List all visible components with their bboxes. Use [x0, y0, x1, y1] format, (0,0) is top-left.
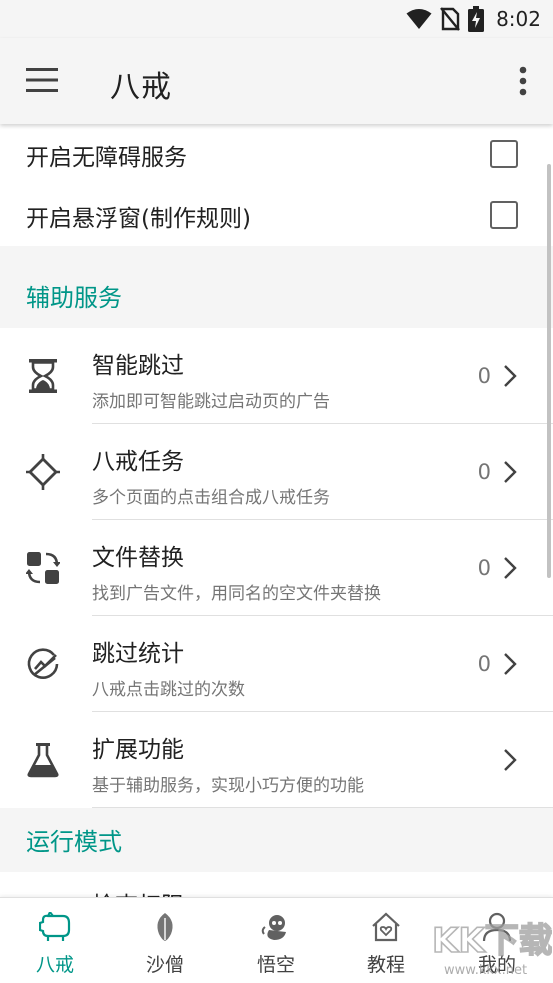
leaf-icon	[157, 913, 173, 941]
item-title: 八戒任务	[92, 449, 184, 475]
stats-check-icon	[27, 648, 59, 679]
nav-label: 沙僧	[145, 954, 184, 976]
divider	[92, 807, 553, 808]
chevron-right-icon	[504, 653, 517, 675]
list-item-bajie-task[interactable]: 八戒任务 多个页面的点击组合成八戒任务 0	[0, 424, 553, 520]
item-subtitle: 多个页面的点击组合成八戒任务	[92, 488, 330, 508]
nav-tab-tutorial[interactable]: 教程	[331, 898, 441, 983]
nav-label: 八戒	[35, 954, 74, 976]
floating-window-checkbox[interactable]	[490, 201, 518, 229]
status-time: 8:02	[496, 7, 541, 31]
section-title-assist: 辅助服务	[26, 284, 122, 312]
item-count: 0	[477, 652, 491, 676]
flask-icon	[27, 743, 59, 778]
chevron-right-icon	[504, 557, 517, 579]
more-options-icon[interactable]	[517, 66, 529, 96]
item-subtitle: 找到广告文件，用同名的空文件夹替换	[92, 584, 381, 604]
nav-tab-bajie[interactable]: 八戒	[0, 898, 110, 983]
app-bar: 八戒	[0, 38, 553, 124]
item-count: 0	[477, 460, 491, 484]
chevron-right-icon	[504, 461, 517, 483]
accessibility-checkbox[interactable]	[490, 140, 518, 168]
no-sim-icon	[440, 7, 461, 31]
list-item-extensions[interactable]: 扩展功能 基于辅助服务，实现小巧方便的功能	[0, 712, 553, 808]
item-title: 跳过统计	[92, 641, 184, 667]
accessibility-service-toggle[interactable]: 开启无障碍服务	[0, 124, 553, 185]
home-heart-icon	[372, 912, 400, 942]
status-icons: 8:02	[406, 6, 541, 32]
toggle-label: 开启悬浮窗(制作规则)	[26, 206, 251, 232]
file-swap-icon	[26, 552, 60, 584]
svg-text:KK下载: KK下载	[432, 921, 552, 961]
section-title-run-mode: 运行模式	[26, 828, 122, 856]
watermark-logo: KK下载 www.kkx.net	[431, 920, 552, 978]
item-subtitle: 基于辅助服务，实现小巧方便的功能	[92, 776, 364, 796]
toggle-label: 开启无障碍服务	[26, 145, 187, 171]
list-item-skip-stats[interactable]: 跳过统计 八戒点击跳过的次数 0	[0, 616, 553, 712]
item-subtitle: 八戒点击跳过的次数	[92, 680, 245, 700]
item-title: 扩展功能	[92, 737, 184, 763]
wifi-icon	[406, 9, 432, 29]
hourglass-icon	[29, 359, 57, 393]
chevron-right-icon	[504, 749, 517, 771]
hamburger-menu-icon[interactable]	[26, 66, 60, 94]
status-bar: 8:02	[0, 0, 553, 38]
task-flow-icon	[26, 454, 60, 490]
battery-charging-icon	[468, 6, 485, 32]
page-title: 八戒	[110, 70, 172, 105]
list-item-file-replace[interactable]: 文件替换 找到广告文件，用同名的空文件夹替换 0	[0, 520, 553, 616]
nav-label: 教程	[366, 954, 405, 976]
service-toggle-card: 开启无障碍服务 开启悬浮窗(制作规则)	[0, 124, 553, 246]
nav-label: 悟空	[256, 954, 295, 976]
item-count: 0	[477, 556, 491, 580]
floating-window-toggle[interactable]: 开启悬浮窗(制作规则)	[0, 185, 553, 246]
item-title: 智能跳过	[92, 353, 184, 379]
item-subtitle: 添加即可智能跳过启动页的广告	[92, 392, 330, 412]
run-mode-list	[0, 872, 553, 897]
item-title: 文件替换	[92, 545, 184, 571]
list-item-smart-skip[interactable]: 智能跳过 添加即可智能跳过启动页的广告 0	[0, 328, 553, 424]
scrollbar[interactable]	[547, 164, 551, 578]
assist-service-list: 智能跳过 添加即可智能跳过启动页的广告 0 八戒任务 多个页面的点击组合成八戒任…	[0, 328, 553, 808]
nav-tab-shaseng[interactable]: 沙僧	[110, 898, 220, 983]
svg-text:www.kkx.net: www.kkx.net	[444, 963, 527, 978]
item-count: 0	[477, 364, 491, 388]
check-permission-item-title[interactable]: 检查权限	[92, 886, 184, 897]
main-content[interactable]: 开启无障碍服务 开启悬浮窗(制作规则) 辅助服务 智能跳过 添加即可智能跳过启动…	[0, 124, 553, 897]
chevron-right-icon	[504, 365, 517, 387]
monkey-icon	[261, 915, 286, 940]
nav-tab-wukong[interactable]: 悟空	[221, 898, 331, 983]
pig-icon	[39, 912, 71, 941]
